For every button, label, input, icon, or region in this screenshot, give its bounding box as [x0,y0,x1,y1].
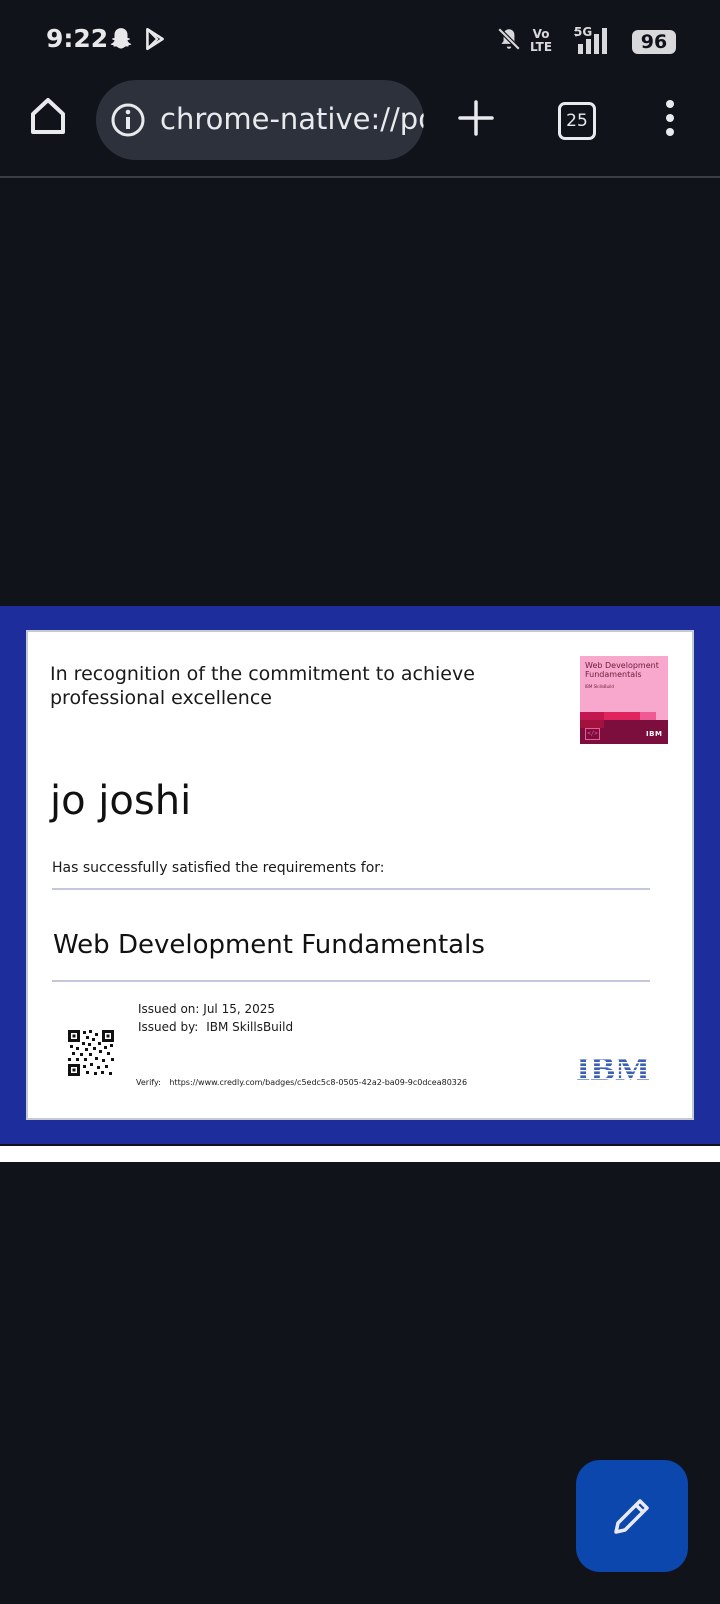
signal-icon [574,28,610,59]
play-store-icon [142,26,168,57]
course-title: Web Development Fundamentals [53,930,485,960]
info-icon[interactable] [110,102,146,143]
issued-by-label: Issued by: [138,1020,199,1034]
issued-by: Issued by: IBM SkillsBuild [138,1020,293,1034]
badge-ibm-logo: IBM [646,730,663,738]
ibm-logo: IBM [576,1052,654,1084]
recognition-line-2: professional excellence [50,687,272,709]
badge-stripe [580,720,604,728]
issued-by-value: IBM SkillsBuild [206,1020,294,1034]
status-bar: 9:22 Vo LTE 5G 96 [0,0,720,80]
plus-icon [458,100,494,136]
more-vert-icon[interactable] [660,98,680,143]
browser-toolbar: chrome-native://pd 25 [0,80,720,178]
divider [52,888,650,890]
code-icon: </> [585,728,600,740]
badge-stripe [580,712,604,720]
snapchat-icon [108,26,134,57]
verify-url[interactable]: https://www.credly.com/badges/c5edc5c8-0… [169,1078,467,1087]
edit-button[interactable] [576,1460,688,1572]
home-icon [31,98,65,134]
issued-on-label: Issued on: [138,1002,200,1016]
course-badge: Web Development Fundamentals IBM SkillsB… [580,656,668,744]
badge-subtitle: IBM SkillsBuild [585,684,614,689]
issued-on-date: Jul 15, 2025 [203,1002,276,1016]
divider [52,980,650,982]
clock: 9:22 [46,24,109,53]
new-tab-button[interactable] [456,98,496,143]
volte-top: Vo [532,27,550,41]
recognition-text: In recognition of the commitment to achi… [50,662,490,710]
address-bar[interactable]: chrome-native://pd [96,80,424,160]
requirements-text: Has successfully satisfied the requireme… [52,860,385,876]
battery-indicator: 96 [632,30,676,54]
recipient-name: jo joshi [50,778,192,824]
bell-muted-icon [496,26,522,57]
badge-title-line-1: Web Development [585,661,659,670]
page-edge [0,1146,720,1162]
edit-pencil-icon [614,1499,649,1534]
tab-switcher-button[interactable]: 25 [558,102,596,140]
volte-indicator: Vo LTE [530,28,552,54]
badge-title: Web Development Fundamentals [585,661,659,679]
volte-bottom: LTE [530,40,553,54]
verify-label: Verify: [136,1078,161,1087]
badge-stripe [640,712,656,720]
badge-title-line-2: Fundamentals [585,670,642,679]
badge-stripe [604,712,640,720]
badge-stripe [656,712,668,720]
recognition-line-1: In recognition of the commitment to achi… [50,663,475,685]
qr-code [68,1030,114,1076]
certificate: In recognition of the commitment to achi… [26,630,694,1120]
issued-on: Issued on: Jul 15, 2025 [138,1002,275,1016]
home-button[interactable] [26,94,70,138]
url-text[interactable]: chrome-native://pd [160,102,424,136]
verify-line: Verify: https://www.credly.com/badges/c5… [136,1078,467,1087]
